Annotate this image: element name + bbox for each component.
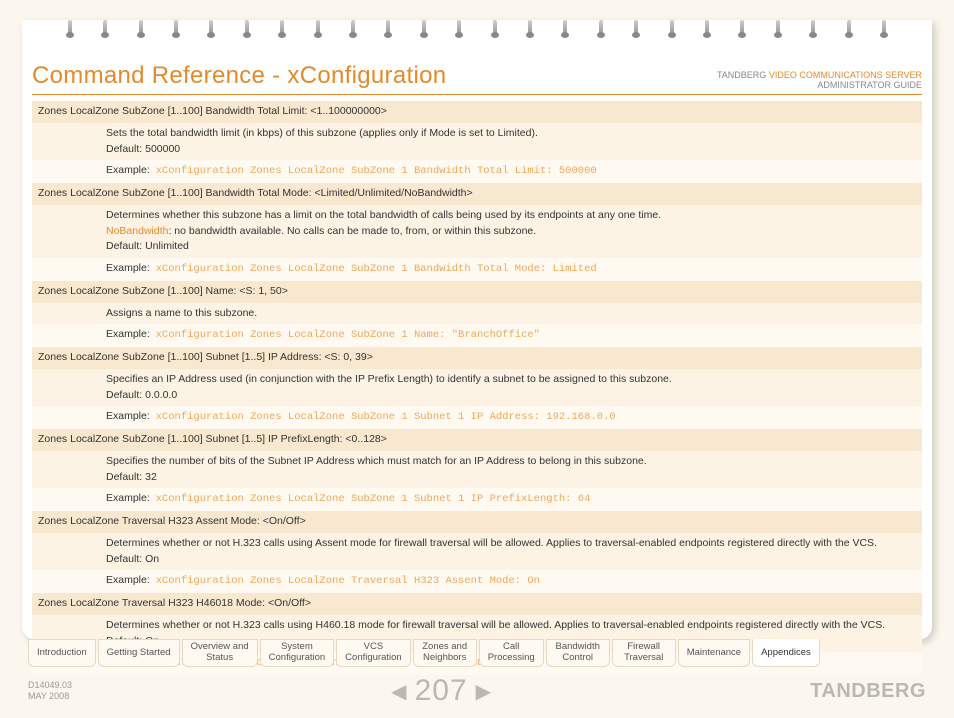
command-header: Zones LocalZone SubZone [1..100] Subnet … — [32, 429, 922, 451]
company-name: TANDBERG — [717, 70, 766, 80]
command-desc: Sets the total bandwidth limit (in kbps)… — [32, 123, 922, 161]
command-desc: Assigns a name to this subzone. — [32, 303, 922, 325]
command-example: Example: xConfiguration Zones LocalZone … — [32, 488, 922, 511]
page-header: Command Reference - xConfiguration TANDB… — [32, 62, 922, 95]
command-header: Zones LocalZone SubZone [1..100] Bandwid… — [32, 101, 922, 123]
next-page-icon[interactable]: ▶ — [476, 679, 491, 704]
command-desc: Determines whether this subzone has a li… — [32, 205, 922, 258]
doc-id: D14049.03 MAY 2008 — [28, 680, 72, 702]
command-desc: Specifies an IP Address used (in conjunc… — [32, 369, 922, 407]
header-right: TANDBERG VIDEO COMMUNICATIONS SERVER ADM… — [717, 70, 922, 90]
tab-call[interactable]: CallProcessing — [479, 639, 544, 667]
tab-zones-and[interactable]: Zones andNeighbors — [413, 639, 477, 667]
command-example: Example: xConfiguration Zones LocalZone … — [32, 258, 922, 281]
tab-bandwidth[interactable]: BandwidthControl — [546, 639, 610, 667]
command-desc: Specifies the number of bits of the Subn… — [32, 451, 922, 489]
tab-appendices[interactable]: Appendices — [752, 639, 820, 667]
command-header: Zones LocalZone Traversal H323 H46018 Mo… — [32, 593, 922, 615]
content-area: Command Reference - xConfiguration TANDB… — [22, 20, 932, 675]
prev-page-icon[interactable]: ◀ — [391, 679, 406, 704]
brand-logo: TANDBERG — [810, 680, 926, 703]
tab-firewall[interactable]: FirewallTraversal — [612, 639, 676, 667]
command-example: Example: xConfiguration Zones LocalZone … — [32, 324, 922, 347]
pager: ◀ 207 ▶ — [391, 674, 491, 708]
command-header: Zones LocalZone SubZone [1..100] Name: <… — [32, 281, 922, 303]
tab-getting-started[interactable]: Getting Started — [98, 639, 180, 667]
page-footer: D14049.03 MAY 2008 ◀ 207 ▶ TANDBERG — [28, 674, 926, 708]
tab-introduction[interactable]: Introduction — [28, 639, 96, 667]
page-number: 207 — [415, 674, 468, 708]
product-name: VIDEO COMMUNICATIONS SERVER — [769, 70, 922, 80]
guide-type: ADMINISTRATOR GUIDE — [817, 80, 922, 90]
tab-overview-and[interactable]: Overview andStatus — [182, 639, 258, 667]
spiral-binding — [22, 18, 932, 44]
command-desc: Determines whether or not H.323 calls us… — [32, 533, 922, 571]
tab-vcs[interactable]: VCSConfiguration — [336, 639, 411, 667]
page: Command Reference - xConfiguration TANDB… — [22, 20, 932, 640]
nav-tabs: IntroductionGetting StartedOverview andS… — [28, 639, 820, 667]
page-title: Command Reference - xConfiguration — [32, 62, 446, 90]
command-example: Example: xConfiguration Zones LocalZone … — [32, 160, 922, 183]
tab-maintenance[interactable]: Maintenance — [678, 639, 750, 667]
command-example: Example: xConfiguration Zones LocalZone … — [32, 570, 922, 593]
command-header: Zones LocalZone SubZone [1..100] Subnet … — [32, 347, 922, 369]
tab-system[interactable]: SystemConfiguration — [260, 639, 335, 667]
command-example: Example: xConfiguration Zones LocalZone … — [32, 406, 922, 429]
command-header: Zones LocalZone Traversal H323 Assent Mo… — [32, 511, 922, 533]
command-header: Zones LocalZone SubZone [1..100] Bandwid… — [32, 183, 922, 205]
command-table: Zones LocalZone SubZone [1..100] Bandwid… — [32, 101, 922, 675]
